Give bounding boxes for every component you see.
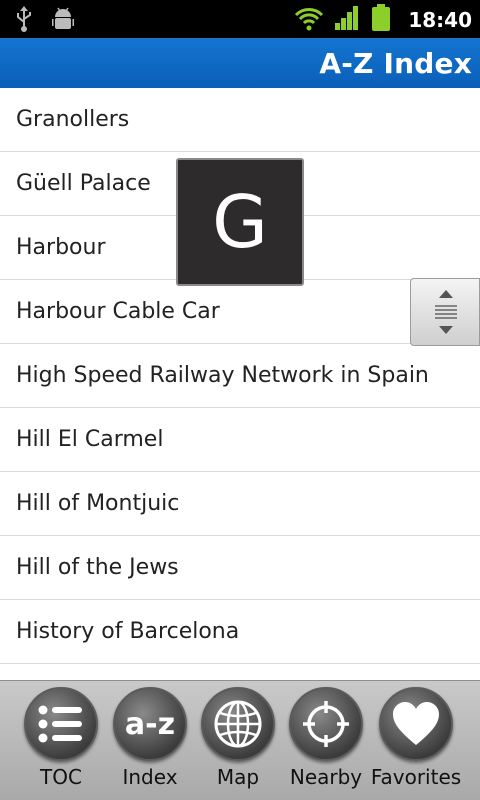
- fast-scroll-letter: G: [176, 158, 304, 286]
- list-item[interactable]: Granollers: [0, 88, 480, 152]
- list-item-label: Harbour: [16, 235, 106, 260]
- wifi-icon: [294, 5, 324, 35]
- status-bar: 18:40: [0, 0, 480, 38]
- page-title: A-Z Index: [319, 46, 472, 80]
- globe-icon: [201, 687, 275, 761]
- favorites-label: Favorites: [370, 765, 462, 789]
- scroll-grip-icon: [435, 290, 457, 334]
- heart-icon: [379, 687, 453, 761]
- clock: 18:40: [408, 8, 472, 32]
- crosshair-icon: [289, 687, 363, 761]
- list-item-label: High Speed Railway Network in Spain: [16, 363, 429, 388]
- map-label: Map: [216, 765, 260, 789]
- toc-label: TOC: [40, 765, 82, 789]
- map-button[interactable]: Map: [194, 687, 282, 795]
- battery-icon: [370, 4, 392, 36]
- a-z-icon: a-z: [113, 687, 187, 761]
- nearby-label: Nearby: [289, 765, 363, 789]
- index-label: Index: [122, 765, 178, 789]
- list-item-label: Hill of the Jews: [16, 555, 179, 580]
- list-item-label: History of Barcelona: [16, 619, 240, 644]
- nearby-button[interactable]: Nearby: [282, 687, 370, 795]
- list-item[interactable]: High Speed Railway Network in Spain: [0, 344, 480, 408]
- list-item-label: Hill of Montjuic: [16, 491, 180, 516]
- list-item-label: Hill El Carmel: [16, 427, 164, 452]
- list-item-label: Harbour Cable Car: [16, 299, 220, 324]
- list-item[interactable]: History of Barcelona: [0, 600, 480, 664]
- index-button[interactable]: a-z Index: [106, 687, 194, 795]
- a-z-icon-text: a-z: [124, 706, 176, 742]
- bottom-toolbar: TOC a-z Index Map Nearby Favorites: [0, 680, 480, 800]
- signal-icon: [334, 5, 360, 35]
- fast-scroll-thumb[interactable]: [410, 278, 480, 346]
- android-debug-icon: [50, 6, 76, 36]
- list-item[interactable]: Hill of the Jews: [0, 536, 480, 600]
- usb-icon: [14, 6, 34, 36]
- favorites-button[interactable]: Favorites: [370, 687, 462, 795]
- list-icon: [24, 687, 98, 761]
- list-item-label: Granollers: [16, 107, 130, 132]
- toc-button[interactable]: TOC: [17, 687, 105, 795]
- list-item[interactable]: Hill of Montjuic: [0, 472, 480, 536]
- list-item[interactable]: Harbour Cable Car: [0, 280, 480, 344]
- list-item-label: Güell Palace: [16, 171, 151, 196]
- list-item[interactable]: Hill El Carmel: [0, 408, 480, 472]
- title-bar: A-Z Index: [0, 38, 480, 88]
